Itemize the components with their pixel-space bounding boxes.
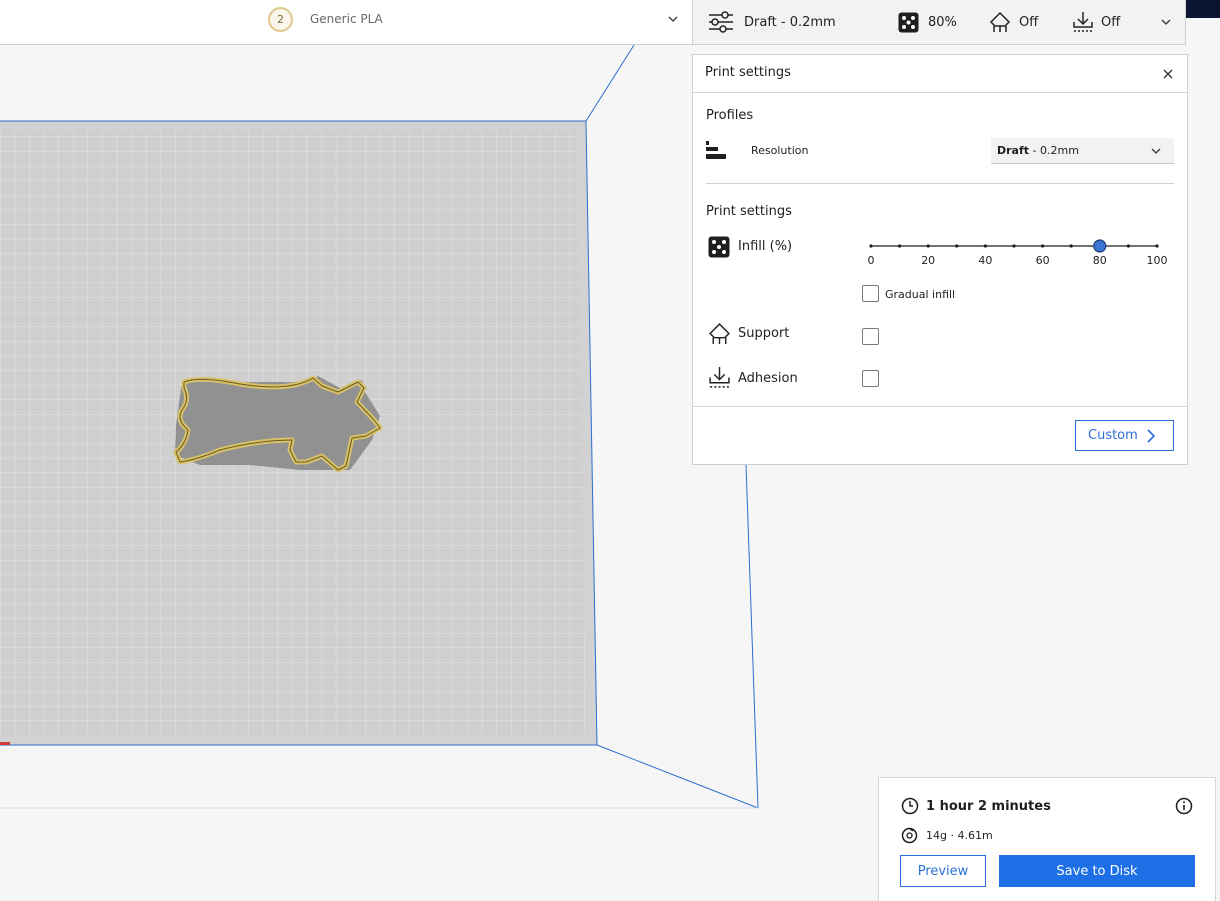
material-selector[interactable]: 2 Generic PLA	[0, 0, 692, 45]
slider-tick	[1041, 244, 1045, 248]
slider-tick	[1155, 244, 1159, 248]
preview-button[interactable]: Preview	[900, 855, 986, 887]
infill-slider-handle[interactable]	[1093, 239, 1107, 253]
top-toolbar: 2 Generic PLA Draft - 0.2mm 80% Off Off	[0, 0, 1220, 45]
print-settings-section-heading: Print settings	[706, 204, 792, 219]
spool-icon	[901, 827, 918, 844]
slider-tick-label: 20	[921, 254, 936, 267]
custom-button-label: Custom	[1088, 428, 1138, 443]
panel-header: Print settings	[693, 55, 1187, 93]
print-settings-selector[interactable]: Draft - 0.2mm 80% Off Off	[692, 0, 1186, 45]
slider-tick	[1012, 244, 1016, 248]
print-time: 1 hour 2 minutes	[926, 799, 1051, 814]
slider-tick	[1069, 244, 1073, 248]
resolution-icon	[706, 141, 726, 159]
extruder-badge-icon: 2	[268, 7, 293, 32]
chevron-down-icon	[1159, 0, 1173, 44]
save-to-disk-button[interactable]: Save to Disk	[999, 855, 1195, 887]
infill-slider-track	[869, 239, 1159, 253]
info-icon[interactable]	[1175, 797, 1193, 815]
settings-sliders-icon	[708, 0, 734, 44]
profiles-section-heading: Profiles	[706, 108, 754, 123]
adhesion-icon	[709, 367, 730, 388]
chevron-down-icon	[668, 16, 678, 22]
footer-divider	[693, 406, 1187, 407]
resolution-dropdown[interactable]: Draft - 0.2mm	[991, 138, 1174, 164]
slider-tick-label: 40	[978, 254, 993, 267]
gradual-infill-checkbox[interactable]	[862, 285, 879, 302]
support-label: Support	[738, 326, 790, 341]
support-icon	[709, 323, 730, 344]
material-name: Generic PLA	[310, 12, 383, 26]
support-summary: Off	[1019, 14, 1039, 30]
slider-tick	[1126, 244, 1130, 248]
slider-tick	[898, 244, 902, 248]
print-action-panel: 1 hour 2 minutes 14g · 4.61m Preview Sav…	[878, 777, 1216, 901]
slider-tick	[955, 244, 959, 248]
clock-icon	[901, 797, 919, 815]
slider-tick	[926, 244, 930, 248]
adhesion-label: Adhesion	[738, 371, 798, 386]
slider-tick-label: 0	[867, 254, 875, 267]
slider-tick-label: 80	[1092, 254, 1107, 267]
profile-summary: Draft - 0.2mm	[744, 14, 836, 30]
infill-icon	[708, 236, 730, 258]
section-divider	[706, 183, 1174, 184]
resolution-value-layer: - 0.2mm	[1029, 144, 1079, 157]
print-settings-panel: Print settings Profiles Resolution Draft…	[692, 54, 1188, 465]
close-icon[interactable]	[1160, 66, 1176, 82]
slider-tick	[983, 244, 987, 248]
infill-icon	[898, 0, 919, 44]
infill-slider[interactable]: 0 20 40 60 80 100	[863, 236, 1168, 276]
support-icon	[989, 0, 1011, 44]
slider-tick	[869, 244, 873, 248]
infill-summary: 80%	[928, 14, 957, 30]
slider-tick-label: 60	[1035, 254, 1050, 267]
gradual-infill-label: Gradual infill	[885, 288, 956, 301]
window-corner	[1186, 0, 1220, 18]
adhesion-icon	[1072, 0, 1094, 44]
support-checkbox[interactable]	[862, 328, 879, 345]
resolution-value-name: Draft	[997, 144, 1030, 157]
infill-label: Infill (%)	[738, 239, 793, 254]
custom-button[interactable]: Custom	[1075, 420, 1174, 451]
chevron-down-icon	[1151, 148, 1161, 154]
x-axis-marker	[0, 742, 10, 745]
slider-tick-label: 100	[1146, 254, 1168, 267]
panel-title: Print settings	[705, 65, 791, 80]
chevron-right-icon	[1147, 429, 1156, 443]
adhesion-checkbox[interactable]	[862, 370, 879, 387]
resolution-label: Resolution	[751, 144, 809, 157]
adhesion-summary: Off	[1101, 14, 1121, 30]
material-estimate: 14g · 4.61m	[926, 829, 993, 842]
